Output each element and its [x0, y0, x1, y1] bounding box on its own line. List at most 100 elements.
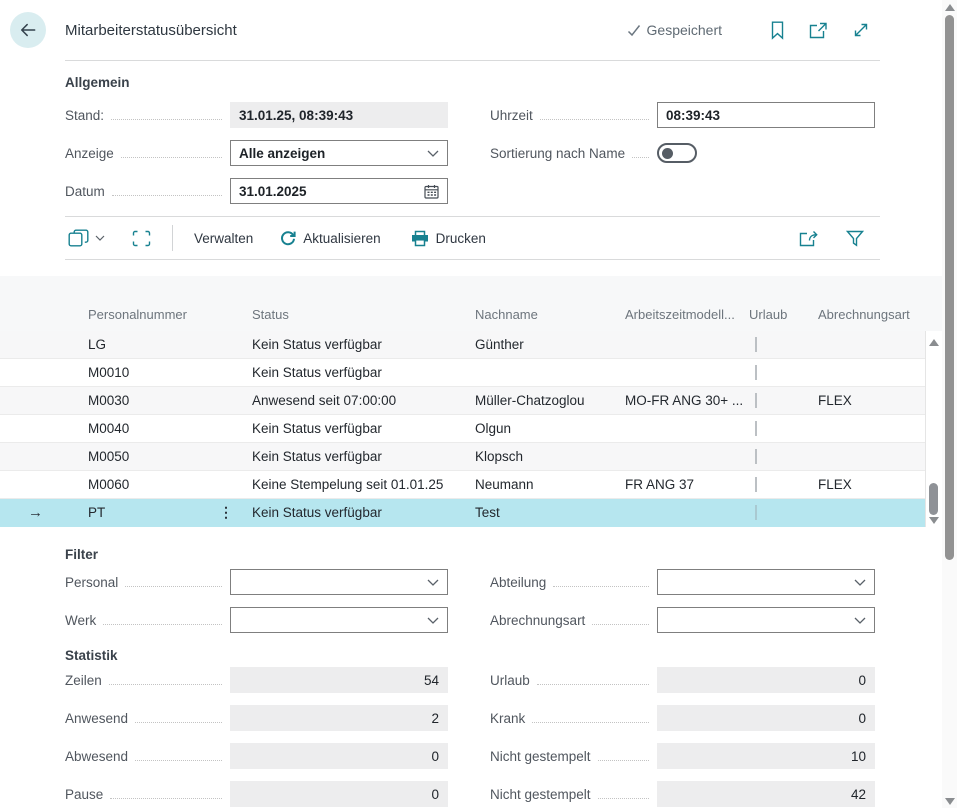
urlaub-checkbox[interactable]: [755, 477, 757, 492]
urlaub-checkbox[interactable]: [755, 393, 757, 408]
cell-status: Kein Status verfügbar: [252, 337, 475, 352]
table-row[interactable]: → M0050 ⋮ Kein Status verfügbar Klopsch: [0, 443, 925, 471]
urlaub-label: Urlaub: [490, 673, 530, 688]
cell-abrechnungsart: FLEX: [807, 477, 925, 492]
abrechnungsart-select[interactable]: [657, 607, 875, 633]
section-filter: Filter Personal Werk: [0, 547, 942, 645]
abwesend-label: Abwesend: [65, 749, 128, 764]
cell-nachname: Müller-Chatzoglou: [475, 393, 625, 408]
uhrzeit-input[interactable]: 08:39:43: [657, 102, 875, 128]
aktualisieren-label: Aktualisieren: [303, 231, 380, 246]
toolbar-separator: [172, 225, 173, 251]
open-in-window-icon[interactable]: [809, 22, 828, 39]
drucken-label: Drucken: [436, 231, 486, 246]
cell-nachname: Neumann: [475, 477, 625, 492]
expand-icon[interactable]: [852, 21, 870, 39]
abwesend-value-field: 0: [230, 743, 448, 769]
urlaub-checkbox[interactable]: [755, 365, 757, 380]
page-scroll-up-arrow[interactable]: [945, 4, 955, 11]
urlaub-checkbox[interactable]: [755, 505, 757, 520]
field-nicht-gestempelt-2: Nicht gestempelt 42: [490, 781, 875, 807]
urlaub-checkbox[interactable]: [755, 449, 757, 464]
toolbar-bottom-divider: [65, 259, 880, 260]
urlaub-checkbox[interactable]: [755, 421, 757, 436]
nicht-gestempelt-label: Nicht gestempelt: [490, 749, 591, 764]
abteilung-select[interactable]: [657, 569, 875, 595]
anzeige-value: Alle anzeigen: [239, 146, 325, 161]
page-scrollbar[interactable]: [942, 0, 957, 808]
stand-label: Stand:: [65, 108, 104, 123]
views-icon: [68, 229, 90, 247]
cell-personalnummer[interactable]: M0030: [88, 393, 252, 408]
page-header: Mitarbeiterstatusübersicht Gespeichert: [0, 0, 942, 60]
scroll-up-arrow[interactable]: [929, 339, 939, 346]
refresh-icon: [280, 230, 296, 246]
field-zeilen: Zeilen 54: [65, 667, 448, 693]
saved-status: Gespeichert: [627, 22, 722, 38]
section-title-statistik: Statistik: [65, 648, 942, 663]
views-button[interactable]: [68, 229, 105, 247]
table-row[interactable]: → PT ⋮ Kein Status verfügbar Test: [0, 499, 925, 527]
field-anzeige: Anzeige Alle anzeigen: [65, 140, 448, 166]
drucken-button[interactable]: Drucken: [411, 230, 486, 247]
verwalten-label: Verwalten: [194, 231, 253, 246]
chevron-down-icon: [95, 235, 105, 241]
cell-personalnummer[interactable]: M0050: [88, 449, 252, 464]
column-header-status[interactable]: Status: [252, 307, 475, 322]
personal-label: Personal: [65, 575, 118, 590]
abteilung-label: Abteilung: [490, 575, 546, 590]
urlaub-checkbox[interactable]: [755, 337, 757, 352]
stand-value-field: 31.01.25, 08:39:43: [230, 102, 448, 128]
focus-mode-button[interactable]: [132, 230, 151, 247]
datum-input[interactable]: 31.01.2025: [230, 178, 448, 204]
cell-abrechnungsart: FLEX: [807, 393, 925, 408]
nicht-gestempelt-value-field: 10: [657, 743, 875, 769]
chevron-down-icon: [854, 617, 866, 624]
field-personal: Personal: [65, 569, 448, 595]
zeilen-value-field: 54: [230, 667, 448, 693]
column-header-personalnummer[interactable]: Personalnummer: [88, 307, 252, 322]
share-icon[interactable]: [799, 230, 819, 247]
table-row[interactable]: → M0030 ⋮ Anwesend seit 07:00:00 Müller-…: [0, 387, 925, 415]
cell-arbeitszeitmodell: MO-FR ANG 30+ ...: [625, 393, 747, 408]
table-row[interactable]: → M0010 ⋮ Kein Status verfügbar: [0, 359, 925, 387]
section-allgemein: Allgemein Stand: 31.01.25, 08:39:43 Anze…: [0, 61, 942, 216]
cell-personalnummer[interactable]: M0060: [88, 477, 252, 492]
column-header-urlaub[interactable]: Urlaub: [747, 307, 807, 322]
abrechnungsart-label: Abrechnungsart: [490, 613, 585, 628]
werk-select[interactable]: [230, 607, 448, 633]
cell-personalnummer[interactable]: M0040: [88, 421, 252, 436]
table-row[interactable]: → M0040 ⋮ Kein Status verfügbar Olgun: [0, 415, 925, 443]
sortierung-toggle[interactable]: [657, 143, 697, 163]
cell-personalnummer[interactable]: M0010: [88, 365, 252, 380]
page-scroll-down-arrow[interactable]: [945, 798, 955, 805]
back-button[interactable]: [10, 12, 46, 48]
werk-label: Werk: [65, 613, 96, 628]
bookmark-icon[interactable]: [770, 21, 785, 40]
cell-personalnummer[interactable]: LG: [88, 337, 252, 352]
column-header-abrechnungsart[interactable]: Abrechnungsart: [807, 307, 925, 322]
scrollbar-thumb[interactable]: [929, 483, 938, 515]
verwalten-button[interactable]: Verwalten: [194, 231, 253, 246]
table-row[interactable]: → LG ⋮ Kein Status verfügbar Günther: [0, 331, 925, 359]
scroll-down-arrow[interactable]: [929, 517, 939, 524]
krank-value-field: 0: [657, 705, 875, 731]
calendar-icon[interactable]: [424, 184, 439, 199]
employee-status-table: Personalnummer Status Nachname Arbeitsze…: [0, 276, 942, 527]
field-abwesend: Abwesend 0: [65, 743, 448, 769]
saved-label: Gespeichert: [647, 22, 722, 38]
page-scrollbar-thumb[interactable]: [945, 15, 954, 560]
filter-icon[interactable]: [846, 230, 864, 247]
cell-status: Kein Status verfügbar: [252, 449, 475, 464]
personal-select[interactable]: [230, 569, 448, 595]
column-header-nachname[interactable]: Nachname: [475, 307, 625, 322]
table-scrollbar[interactable]: [925, 331, 941, 527]
aktualisieren-button[interactable]: Aktualisieren: [280, 230, 380, 246]
urlaub-value-field: 0: [657, 667, 875, 693]
cell-status: Kein Status verfügbar: [252, 505, 475, 520]
column-header-arbeitszeitmodell[interactable]: Arbeitszeitmodell...: [625, 307, 747, 322]
section-title-filter: Filter: [65, 547, 942, 562]
anzeige-select[interactable]: Alle anzeigen: [230, 140, 448, 166]
row-options-icon[interactable]: ⋮: [219, 504, 233, 521]
table-row[interactable]: → M0060 ⋮ Keine Stempelung seit 01.01.25…: [0, 471, 925, 499]
